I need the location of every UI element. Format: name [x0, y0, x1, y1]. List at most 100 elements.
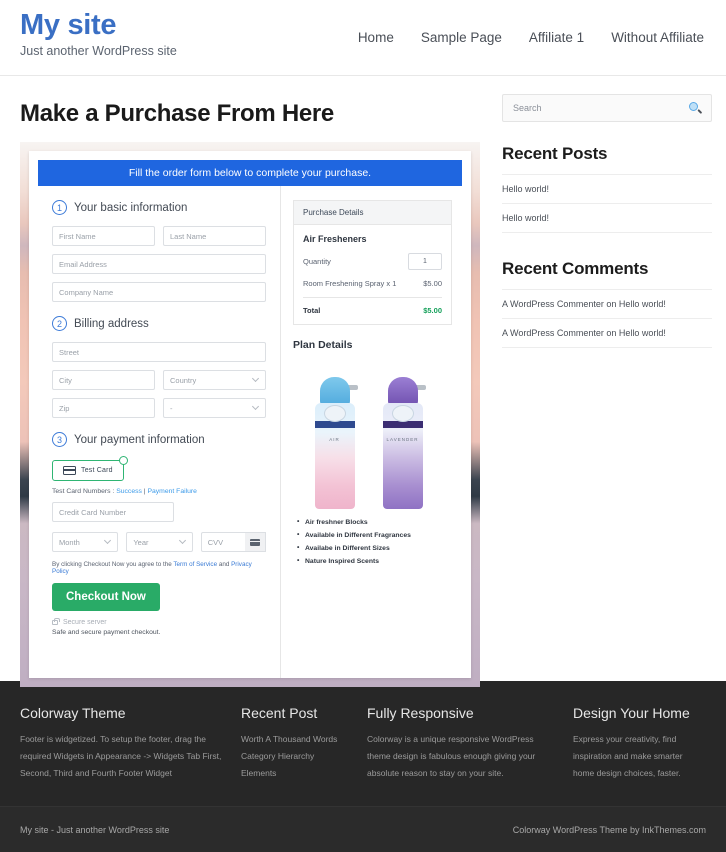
- credit-card-icon: [63, 466, 76, 475]
- footer-credit-right: Colorway WordPress Theme by InkThemes.co…: [512, 824, 706, 835]
- test-card-label: Test Card: [81, 467, 113, 474]
- test-success-link[interactable]: Success: [116, 488, 142, 495]
- site-footer: Colorway Theme Footer is widgetized. To …: [0, 681, 726, 806]
- search-widget[interactable]: Search: [502, 94, 712, 122]
- zip-state-row: Zip -: [52, 398, 266, 418]
- list-item[interactable]: Category Hierarchy: [241, 748, 351, 765]
- test-links-separator: |: [143, 488, 146, 495]
- cvv-field-wrapper: CVV: [200, 532, 266, 552]
- expiry-month-select[interactable]: Month: [52, 532, 119, 552]
- site-title[interactable]: My site: [20, 10, 177, 41]
- search-input[interactable]: Search: [513, 103, 542, 113]
- country-select-value: Country: [170, 375, 197, 385]
- footer-widget-text: Footer is widgetized. To setup the foote…: [20, 734, 222, 778]
- terms-of-service-link[interactable]: Term of Service: [173, 561, 217, 568]
- expiry-year-select[interactable]: Year: [126, 532, 193, 552]
- last-name-input[interactable]: Last Name: [163, 226, 266, 246]
- product-image: AIR LAVENDER: [298, 359, 448, 509]
- footer-widget-text: Express your creativity, find inspiratio…: [573, 734, 683, 778]
- selected-check-icon: [118, 456, 128, 465]
- test-card-numbers-label: Test Card Numbers :: [52, 488, 115, 495]
- city-input[interactable]: City: [52, 370, 155, 390]
- first-name-input[interactable]: First Name: [52, 226, 155, 246]
- country-select[interactable]: Country: [163, 370, 266, 390]
- expiry-month-value: Month: [59, 537, 80, 547]
- zip-input[interactable]: Zip: [52, 398, 155, 418]
- footer-widget-colorway-theme: Colorway Theme Footer is widgetized. To …: [20, 705, 225, 806]
- plan-feature-list: Air freshner Blocks Available in Differe…: [293, 518, 452, 565]
- test-payment-failure-link[interactable]: Payment Failure: [147, 488, 197, 495]
- list-item[interactable]: Hello world!: [502, 203, 712, 233]
- secure-server-row: Secure server: [52, 618, 266, 626]
- checkout-now-button[interactable]: Checkout Now: [52, 583, 160, 611]
- company-input[interactable]: Company Name: [52, 282, 266, 302]
- legal-and: and: [218, 561, 230, 568]
- city-country-row: City Country: [52, 370, 266, 390]
- footer-copyright-left: My site - Just another WordPress site: [20, 824, 170, 835]
- can-logo-oval: [323, 405, 346, 422]
- recent-comments-list: A WordPress Commenter on Hello world! A …: [502, 289, 712, 348]
- total-row: Total $5.00: [303, 298, 442, 315]
- legal-prefix: By clicking Checkout Now you agree to th…: [52, 561, 172, 568]
- step-1-number: 1: [52, 200, 67, 215]
- chevron-down-icon: [104, 536, 112, 545]
- brand-block[interactable]: My site Just another WordPress site: [20, 0, 177, 59]
- footer-widget-title: Recent Post: [241, 705, 318, 721]
- state-select-value: -: [170, 403, 173, 413]
- list-item: Available in Different Fragrances: [297, 531, 452, 539]
- site-header: My site Just another WordPress site Home…: [0, 0, 726, 76]
- chevron-down-icon: [251, 374, 260, 383]
- nav-item-without-affiliate[interactable]: Without Affiliate: [611, 30, 704, 45]
- line-item-row: Room Freshening Spray x 1 $5.00: [303, 279, 442, 298]
- list-item[interactable]: Hello world!: [502, 174, 712, 203]
- step-2-number: 2: [52, 316, 67, 331]
- list-item: Availabe in Different Sizes: [297, 544, 452, 552]
- quantity-input[interactable]: 1: [408, 253, 442, 270]
- email-input[interactable]: Email Address: [52, 254, 266, 274]
- list-item[interactable]: A WordPress Commenter on Hello world!: [502, 289, 712, 318]
- recent-comments-title: Recent Comments: [502, 259, 649, 278]
- search-icon[interactable]: [689, 102, 703, 114]
- can-text: AIR: [329, 437, 340, 442]
- checkout-card: Fill the order form below to complete yo…: [29, 151, 471, 678]
- purchase-details-box: Purchase Details Air Fresheners Quantity…: [293, 200, 452, 325]
- checkout-background: Fill the order form below to complete yo…: [20, 142, 480, 687]
- total-amount: $5.00: [423, 306, 442, 315]
- state-select[interactable]: -: [163, 398, 266, 418]
- card-number-row: Credit Card Number: [52, 502, 266, 522]
- nav-item-sample-page[interactable]: Sample Page: [421, 30, 502, 45]
- product-can-blue: AIR: [312, 377, 358, 509]
- can-text: LAVENDER: [386, 437, 419, 442]
- sub-footer: My site - Just another WordPress site Co…: [0, 806, 726, 852]
- step-3-header: 3 Your payment information: [52, 432, 266, 447]
- page-wrapper: Make a Purchase From Here Fill the order…: [0, 76, 726, 687]
- credit-card-number-input[interactable]: Credit Card Number: [52, 502, 174, 522]
- line-item-amount: $5.00: [423, 279, 442, 288]
- expiry-year-value: Year: [133, 537, 149, 547]
- main-navigation: Home Sample Page Affiliate 1 Without Aff…: [358, 0, 706, 45]
- plan-details-heading: Plan Details: [293, 339, 353, 351]
- site-tagline: Just another WordPress site: [20, 44, 177, 59]
- step-3-title: Your payment information: [74, 433, 205, 446]
- street-input[interactable]: Street: [52, 342, 266, 362]
- can-label-band: [314, 421, 355, 428]
- nav-item-home[interactable]: Home: [358, 30, 394, 45]
- purchase-summary-column: Purchase Details Air Fresheners Quantity…: [281, 186, 462, 678]
- line-item-label: Room Freshening Spray x 1: [303, 279, 397, 288]
- nav-item-affiliate-1[interactable]: Affiliate 1: [529, 30, 584, 45]
- footer-widget-text: Colorway is a unique responsive WordPres…: [367, 734, 536, 778]
- cvv-card-icon: [244, 532, 266, 552]
- test-card-option[interactable]: Test Card: [52, 456, 128, 481]
- step-1-title: Your basic information: [74, 201, 188, 214]
- product-name: Air Fresheners: [303, 234, 367, 244]
- footer-widget-design-your-home: Design Your Home Express your creativity…: [573, 705, 706, 806]
- list-item[interactable]: Elements: [241, 765, 351, 782]
- chevron-down-icon: [251, 402, 260, 411]
- footer-widget-title: Colorway Theme: [20, 705, 126, 721]
- step-2-header: 2 Billing address: [52, 316, 266, 331]
- quantity-label: Quantity: [303, 257, 331, 266]
- list-item[interactable]: Worth A Thousand Words: [241, 731, 351, 748]
- lock-icon: [52, 618, 60, 625]
- list-item[interactable]: A WordPress Commenter on Hello world!: [502, 318, 712, 348]
- chevron-down-icon: [178, 536, 186, 545]
